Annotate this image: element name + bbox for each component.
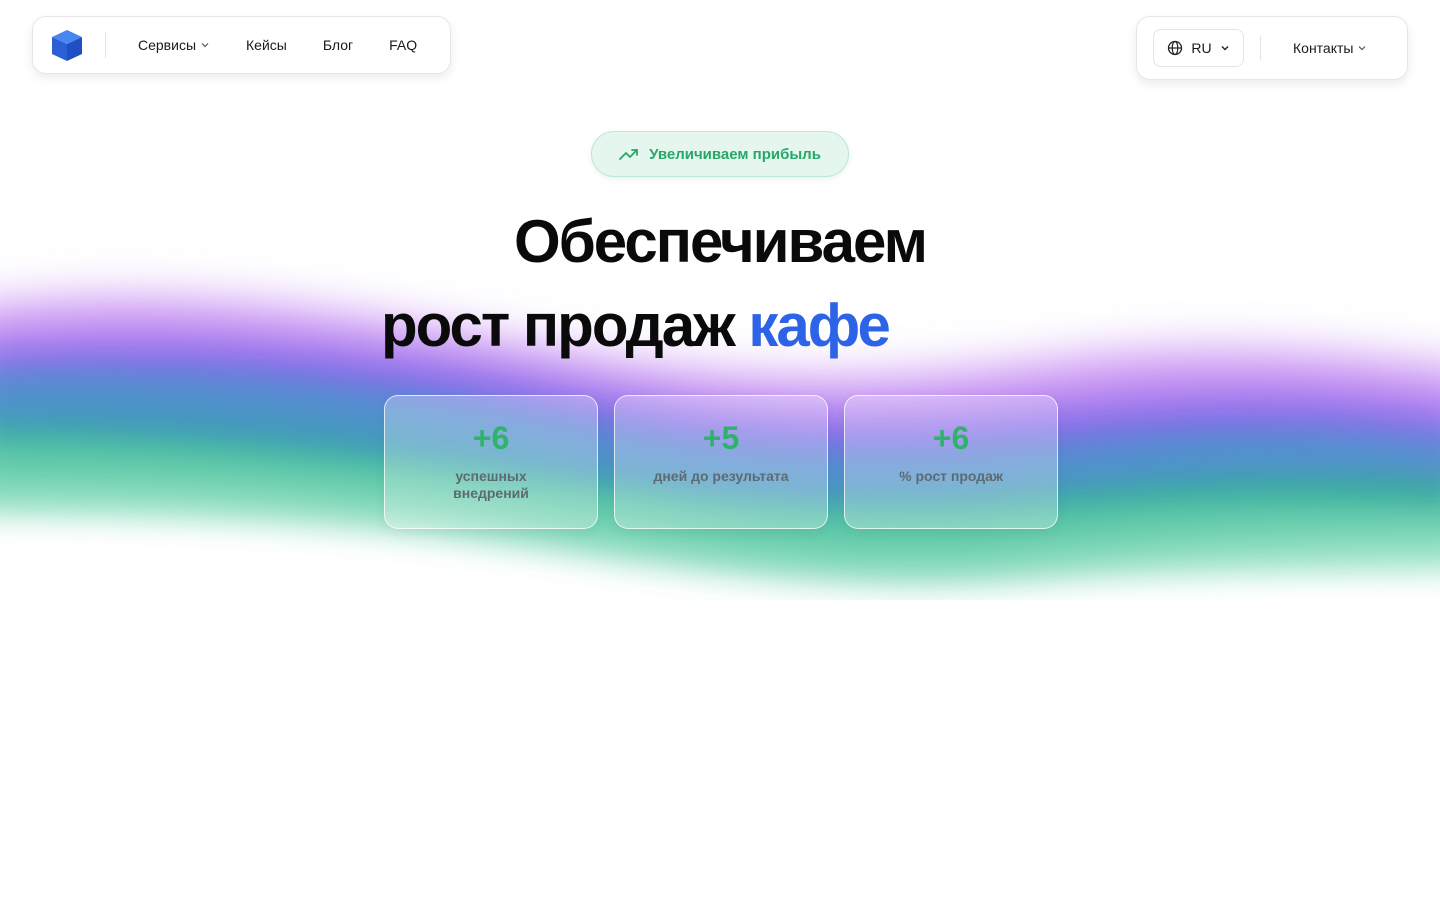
language-label: RU (1191, 40, 1212, 56)
hero-title-line2: рост продаж кафе (381, 296, 891, 356)
hero-title-line1: Обеспечиваем (514, 208, 928, 275)
globe-icon (1168, 40, 1183, 56)
contacts-label: Контакты (1293, 40, 1354, 56)
stat-value: +5 (702, 420, 740, 456)
main-nav: Сервисы Кейсы Блог FAQ (32, 16, 451, 74)
language-selector[interactable]: RU (1153, 29, 1244, 67)
nav-divider (105, 32, 106, 58)
stat-card: +6 успешных внедрений (384, 395, 598, 529)
cube-logo-icon[interactable] (47, 25, 87, 65)
chevron-down-icon (1359, 46, 1366, 51)
stat-label: успешных внедрений (453, 468, 529, 501)
nav-link-cases[interactable]: Кейсы (246, 37, 287, 53)
nav-link-services[interactable]: Сервисы (138, 37, 210, 53)
hero-title-line2-text: рост продаж (381, 292, 736, 359)
nav-link-cases-label: Кейсы (246, 37, 287, 53)
nav-right-divider (1260, 36, 1261, 60)
stat-card: +5 дней до результата (614, 395, 828, 529)
stat-label: дней до результата (653, 468, 789, 484)
nav-link-blog[interactable]: Блог (323, 37, 353, 53)
hero-title-accent: кафе (748, 292, 890, 359)
stat-value: +6 (932, 420, 970, 456)
stat-label: % рост продаж (899, 468, 1003, 484)
hero-badge-label: Увеличиваем прибыль (649, 145, 821, 163)
stat-value: +6 (472, 420, 510, 456)
nav-link-blog-label: Блог (322, 37, 354, 53)
nav-link-services-label: Сервисы (138, 37, 197, 53)
nav-link-faq[interactable]: FAQ (389, 37, 417, 53)
nav-right: RU Контакты (1136, 16, 1408, 80)
chevron-down-icon (201, 43, 209, 48)
trending-up-icon (619, 149, 638, 160)
nav-links: Сервисы Кейсы Блог FAQ (138, 37, 417, 53)
stat-card: +6 % рост продаж (844, 395, 1058, 529)
contacts-dropdown[interactable]: Контакты (1293, 40, 1367, 56)
hero-badge: Увеличиваем прибыль (591, 131, 849, 177)
chevron-down-icon (1221, 46, 1229, 51)
stats-cards: +6 успешных внедрений +5 дней до результ… (384, 395, 1058, 529)
nav-link-faq-label: FAQ (389, 37, 418, 53)
landing-page: Сервисы Кейсы Блог FAQ RU Контакты Увели… (0, 0, 1440, 900)
